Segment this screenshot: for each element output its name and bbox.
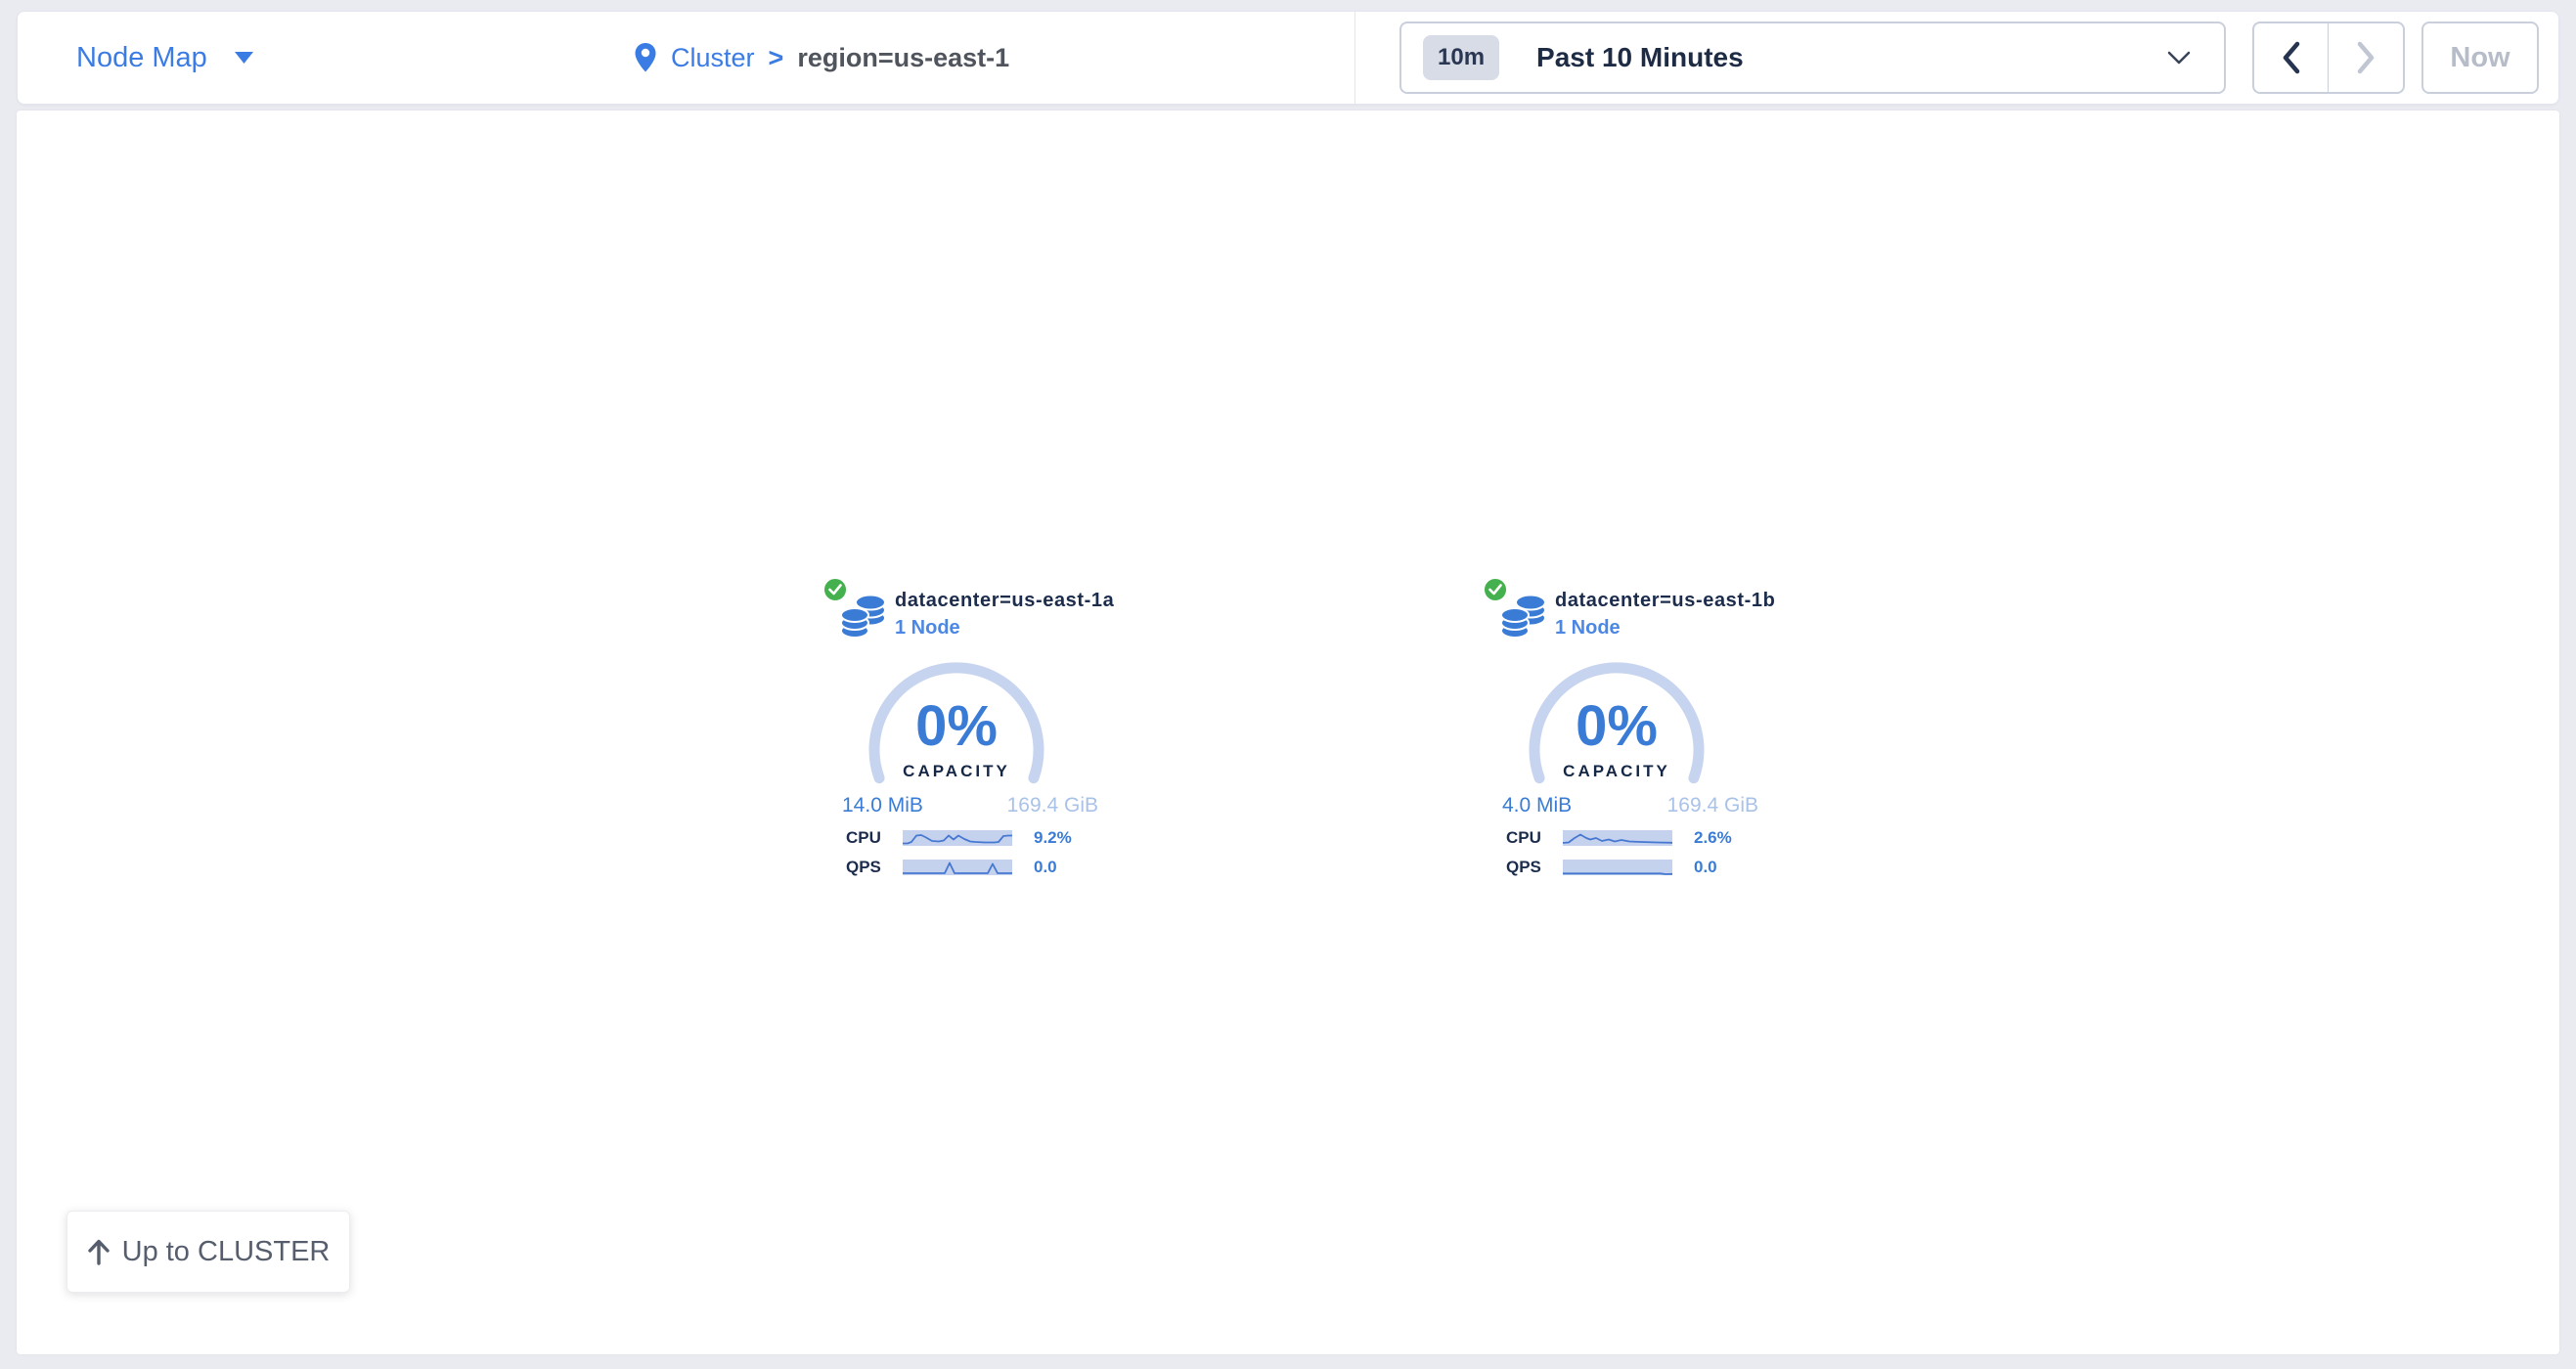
capacity-total: 169.4 GiB [1667, 794, 1758, 817]
healthy-check-icon [1483, 577, 1508, 602]
qps-label: QPS [846, 858, 903, 877]
database-stack-icon [840, 595, 887, 641]
capacity-total: 169.4 GiB [1007, 794, 1098, 817]
up-to-cluster-button[interactable]: Up to CLUSTER [67, 1211, 350, 1293]
breadcrumb: Cluster > region=us-east-1 [634, 12, 1009, 104]
qps-value: 0.0 [1694, 858, 1717, 877]
node-map-canvas: datacenter=us-east-1a 1 Node 0% CAPACITY… [17, 110, 2559, 1354]
next-time-button[interactable] [2329, 23, 2403, 92]
cpu-value: 9.2% [1034, 828, 1072, 848]
capacity-caption: CAPACITY [864, 762, 1049, 781]
capacity-values: 14.0 MiB 169.4 GiB [842, 794, 1098, 817]
qps-sparkline [903, 860, 1012, 875]
chevron-down-icon [2167, 51, 2191, 65]
cpu-sparkline [903, 830, 1012, 846]
view-selector-dropdown[interactable]: Node Map [76, 12, 253, 104]
time-pager [2252, 22, 2405, 94]
qps-metric-row: QPS 0.0 [1506, 857, 1717, 878]
up-to-cluster-label: Up to CLUSTER [122, 1236, 331, 1268]
time-range-dropdown[interactable]: 10m Past 10 Minutes [1399, 22, 2226, 94]
chevron-right-icon [2356, 41, 2376, 74]
chevron-left-icon [2282, 41, 2301, 74]
breadcrumb-current: region=us-east-1 [797, 43, 1009, 73]
now-button[interactable]: Now [2421, 22, 2539, 94]
caret-down-icon [235, 52, 253, 64]
view-selector-label: Node Map [76, 42, 207, 74]
cpu-sparkline [1563, 830, 1672, 846]
breadcrumb-separator: > [769, 43, 784, 73]
datacenter-card[interactable]: datacenter=us-east-1a 1 Node 0% CAPACITY… [815, 575, 1108, 900]
capacity-used: 14.0 MiB [842, 794, 923, 817]
breadcrumb-cluster-link[interactable]: Cluster [671, 43, 755, 73]
time-range-label: Past 10 Minutes [1536, 42, 2167, 73]
capacity-caption: CAPACITY [1524, 762, 1710, 781]
cpu-label: CPU [1506, 828, 1563, 848]
database-stack-icon [1500, 595, 1547, 641]
healthy-check-icon [822, 577, 848, 602]
top-bar: Node Map Cluster > region=us-east-1 10m … [17, 11, 2559, 105]
qps-label: QPS [1506, 858, 1563, 877]
cpu-value: 2.6% [1694, 828, 1732, 848]
capacity-percent: 0% [1524, 698, 1710, 755]
datacenter-title: datacenter=us-east-1a [895, 590, 1114, 612]
cpu-metric-row: CPU 2.6% [1506, 827, 1732, 849]
capacity-values: 4.0 MiB 169.4 GiB [1502, 794, 1758, 817]
datacenter-title: datacenter=us-east-1b [1555, 590, 1775, 612]
time-range-badge: 10m [1423, 35, 1499, 80]
arrow-up-icon [87, 1238, 111, 1265]
qps-value: 0.0 [1034, 858, 1057, 877]
datacenter-card[interactable]: datacenter=us-east-1b 1 Node 0% CAPACITY… [1475, 575, 1768, 900]
cpu-metric-row: CPU 9.2% [846, 827, 1072, 849]
capacity-used: 4.0 MiB [1502, 794, 1572, 817]
cpu-label: CPU [846, 828, 903, 848]
location-pin-icon [634, 42, 657, 73]
qps-metric-row: QPS 0.0 [846, 857, 1057, 878]
capacity-percent: 0% [864, 698, 1049, 755]
qps-sparkline [1563, 860, 1672, 875]
prev-time-button[interactable] [2254, 23, 2329, 92]
node-count: 1 Node [1555, 617, 1621, 640]
node-count: 1 Node [895, 617, 960, 640]
